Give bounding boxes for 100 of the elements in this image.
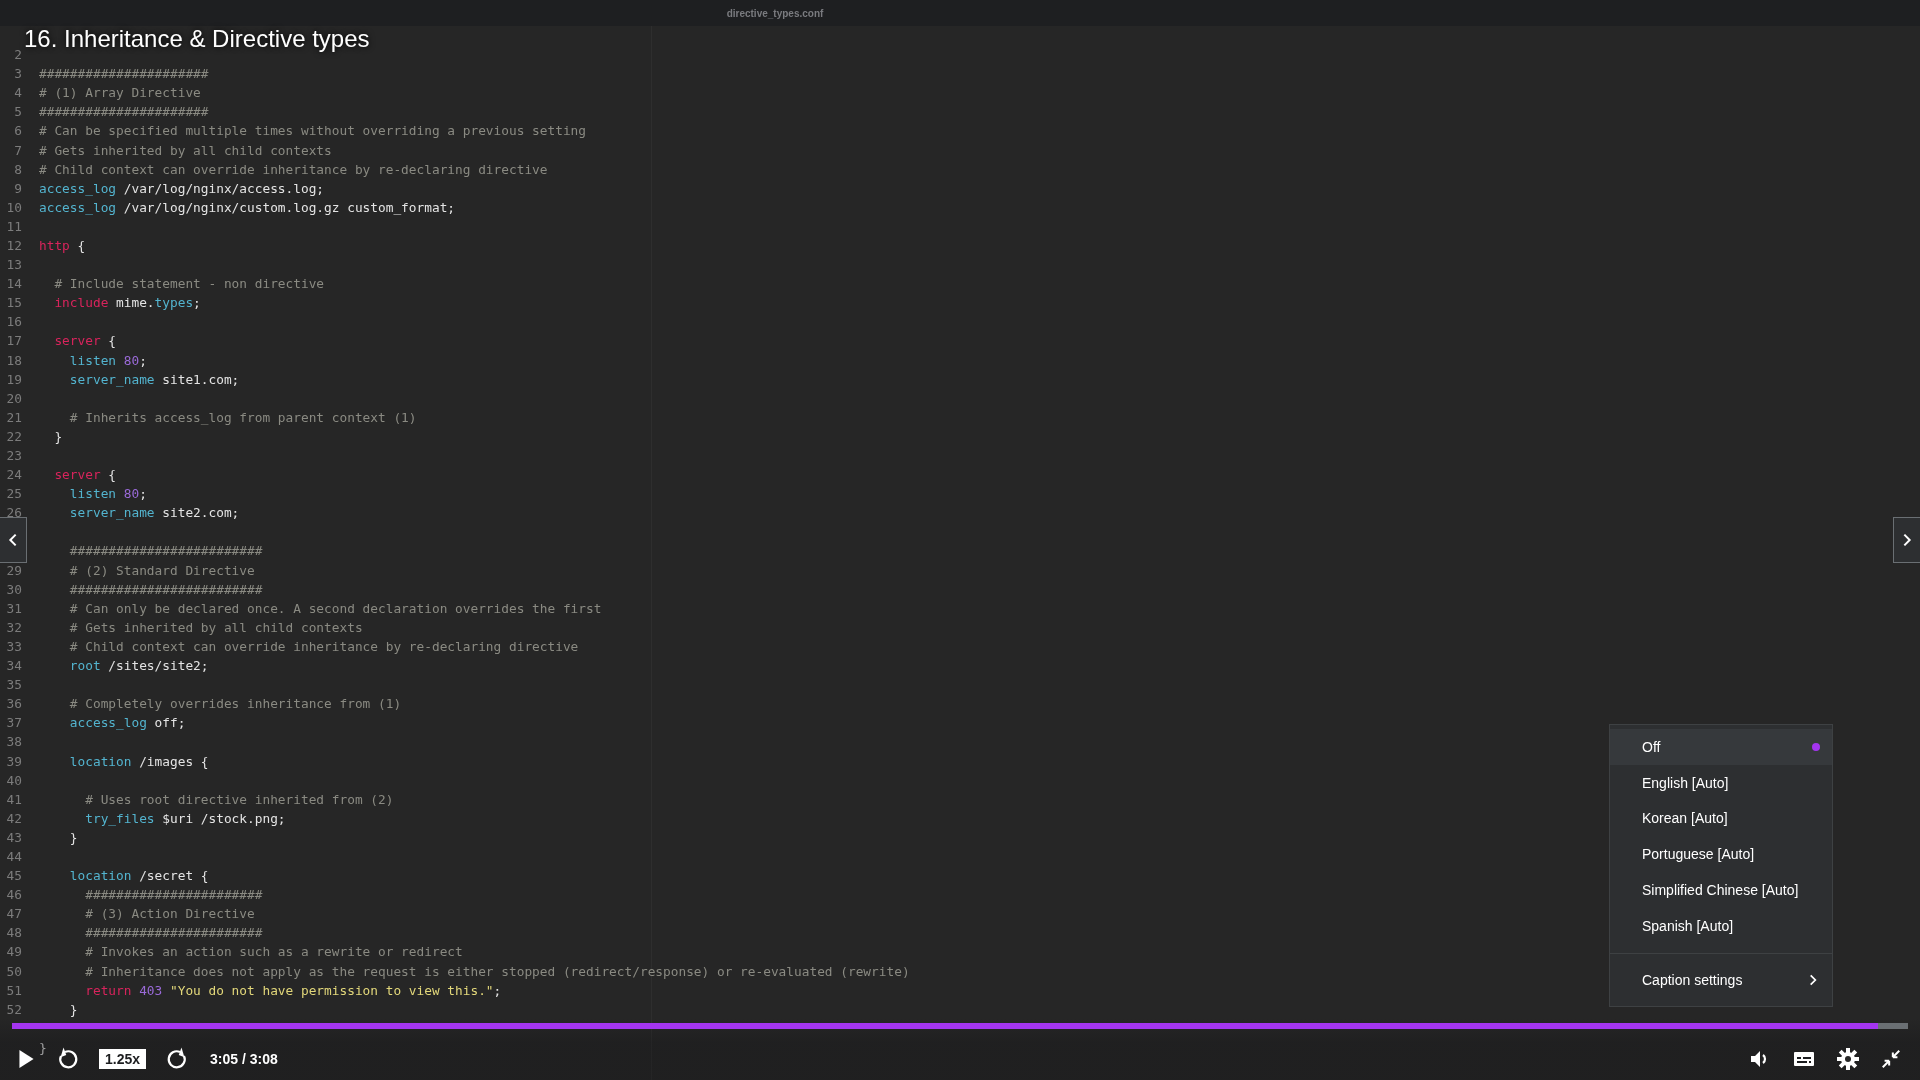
line-number: 51 [5, 982, 22, 998]
code-line: } [68, 829, 78, 845]
line-number: 31 [5, 600, 22, 616]
code-line: } [53, 428, 63, 444]
code-line: # (2) Standard Directive [68, 562, 255, 578]
line-number: 36 [5, 696, 22, 712]
line-number: 5 [13, 104, 22, 120]
next-lecture-button[interactable] [1893, 517, 1920, 563]
line-number: 2 [13, 47, 22, 63]
line-number: 14 [5, 276, 22, 292]
settings-icon [1836, 1047, 1860, 1071]
code-line: access_log /var/log/nginx/access.log; [39, 180, 325, 196]
line-number: 24 [5, 467, 22, 483]
line-number: 21 [5, 409, 22, 425]
line-number: 50 [5, 963, 22, 979]
code-line: listen 80; [68, 352, 147, 368]
code-line: http { [39, 238, 86, 253]
exit-fullscreen-icon [1880, 1048, 1902, 1070]
code-line: server_name site2.com; [68, 505, 240, 521]
code-line: server { [53, 333, 117, 349]
previous-lecture-button[interactable] [0, 517, 27, 563]
code-line: # Uses root directive inherited from (2) [84, 791, 394, 807]
file-tab-title: directive_types.conf [726, 7, 824, 19]
line-number: 47 [5, 906, 22, 922]
line-number: 44 [5, 849, 22, 864]
line-number: 12 [5, 238, 22, 253]
code-line: # Can only be declared once. A second declaration overrides the first [68, 600, 602, 616]
code-line: # (3) Action Directive [84, 906, 255, 922]
code-line: # Invokes an action such as a rewrite or redirect [84, 944, 463, 960]
line-number: 7 [13, 142, 22, 158]
line-number: 17 [5, 333, 22, 349]
code-line: ###################### [39, 104, 209, 120]
line-number: 15 [5, 295, 22, 311]
line-number: 42 [5, 810, 22, 826]
lecture-title: 16. Inheritance & Directive types [24, 25, 370, 53]
line-number: 46 [5, 887, 22, 903]
line-number: 37 [5, 715, 22, 731]
code-line: # Completely overrides inheritance from (1) [68, 696, 402, 712]
code-line: server { [53, 467, 117, 483]
caption-option[interactable]: Portuguese [Auto] [1610, 836, 1832, 873]
caption-option[interactable]: Korean [Auto] [1610, 800, 1832, 837]
code-line: ######################### [68, 581, 263, 597]
code-line: # Can be specified multiple times without overriding a previous setting [39, 123, 586, 139]
line-number: 38 [5, 734, 22, 750]
code-line: # Child context can override inheritance by re-declaring directive [39, 161, 548, 177]
line-number: 8 [13, 161, 22, 177]
line-number: 39 [5, 753, 22, 769]
line-number: 33 [5, 638, 22, 654]
line-number: 34 [5, 658, 22, 674]
line-number: 43 [5, 829, 22, 845]
caption-option[interactable]: Off [1610, 729, 1832, 765]
line-number: 29 [5, 562, 22, 578]
line-number: 13 [5, 257, 22, 273]
line-number: 45 [5, 868, 22, 884]
code-line: ####################### [84, 925, 263, 941]
code-line: } [68, 1001, 78, 1017]
line-number: 41 [5, 791, 22, 807]
line-number: 16 [5, 314, 22, 330]
code-line: # Gets inherited by all child contexts [68, 619, 363, 635]
line-number: 32 [5, 619, 22, 635]
line-number: 9 [13, 180, 22, 196]
code-line: root /sites/site2; [68, 658, 209, 674]
line-number: 52 [5, 1001, 22, 1017]
line-number: 10 [5, 199, 22, 215]
line-number: 20 [5, 390, 22, 406]
caption-settings-item[interactable]: Caption settings [1610, 953, 1832, 1006]
play-icon [18, 1047, 35, 1071]
caption-option[interactable]: English [Auto] [1610, 764, 1832, 801]
time-display: 3:05 / 3:08 [210, 1051, 278, 1067]
code-line: # Include statement - non directive [53, 276, 325, 292]
line-number: 18 [5, 352, 22, 368]
settings-button[interactable] [1836, 1047, 1860, 1071]
play-button[interactable] [18, 1047, 35, 1071]
code-line: ###################### [39, 66, 209, 82]
code-line: # Inherits access_log from parent context (1) [68, 409, 417, 425]
line-number: 26 [5, 505, 22, 521]
caption-option[interactable]: Spanish [Auto] [1610, 908, 1832, 944]
code-line: try_files $uri /stock.png; [84, 810, 286, 826]
code-line: # Inheritance does not apply as the request is either stopped (redirect/response) or re-evaluated (rewrite) [84, 963, 910, 979]
code-line: # (1) Array Directive [39, 85, 201, 101]
caption-option[interactable]: Simplified Chinese [Auto] [1610, 872, 1832, 908]
code-line: location /images { [68, 753, 209, 769]
code-line: # Child context can override inheritance by re-declaring directive [68, 638, 579, 654]
code-line: include mime.types; [53, 295, 201, 311]
selected-dot-icon [1812, 742, 1820, 751]
line-number: 3 [13, 66, 22, 82]
code-line: } [39, 1039, 47, 1055]
line-number: 48 [5, 925, 22, 941]
code-line: access_log off; [68, 715, 186, 731]
line-number: 23 [5, 448, 22, 463]
line-number: 11 [5, 218, 22, 234]
code-line: ####################### [84, 887, 263, 903]
code-line: # Gets inherited by all child contexts [39, 142, 332, 158]
exit-fullscreen-button[interactable] [1880, 1048, 1902, 1070]
line-number: 35 [5, 677, 22, 693]
line-number: 30 [5, 581, 22, 597]
line-number: 4 [13, 85, 22, 101]
speed-button[interactable]: 1.25x [99, 1049, 147, 1069]
code-line: server_name site1.com; [68, 371, 240, 387]
line-number: 25 [5, 486, 22, 502]
